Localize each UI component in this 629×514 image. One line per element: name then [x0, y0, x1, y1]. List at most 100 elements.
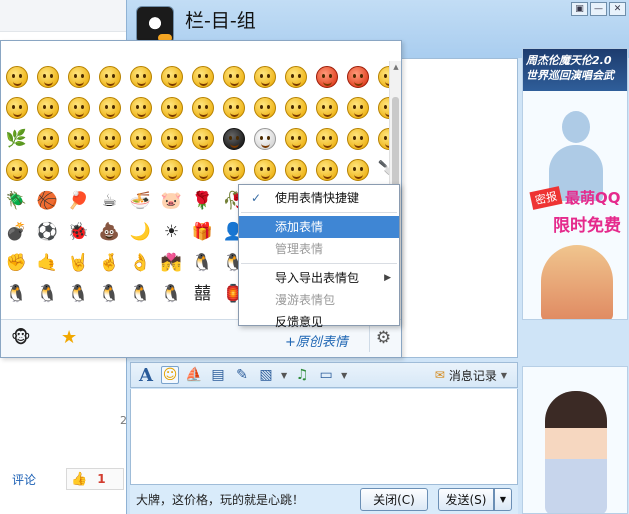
emoji-cell[interactable]: ☀ — [156, 216, 187, 247]
comment-link[interactable]: 评论 — [12, 471, 36, 488]
original-emoji-link[interactable]: +原创表情 — [285, 331, 348, 350]
emoji-cell[interactable]: 💩 — [94, 216, 125, 247]
emoji-cell[interactable] — [125, 61, 156, 92]
emoji-cell[interactable] — [311, 154, 342, 185]
emoji-cell[interactable] — [280, 123, 311, 154]
restore-button[interactable]: ▣ — [571, 2, 588, 16]
emoji-cell[interactable] — [280, 92, 311, 123]
emoji-cell[interactable] — [156, 123, 187, 154]
screenshot-icon[interactable]: ▤ — [209, 366, 227, 384]
emoji-cell[interactable] — [218, 92, 249, 123]
close-window-button[interactable]: ✕ — [609, 2, 626, 16]
emoji-cell[interactable] — [342, 92, 373, 123]
emoji-cell[interactable] — [249, 61, 280, 92]
emoji-cell[interactable] — [156, 92, 187, 123]
side-ad-bottom[interactable] — [522, 366, 628, 514]
emoji-cell[interactable]: 💏 — [156, 247, 187, 278]
emoji-cell[interactable] — [342, 154, 373, 185]
shake-icon[interactable]: ⛵ — [185, 366, 203, 384]
emoji-cell[interactable]: 🏀 — [32, 185, 63, 216]
emoji-cell[interactable] — [218, 154, 249, 185]
emoji-cell[interactable]: 🤙 — [32, 247, 63, 278]
emoji-cell[interactable] — [311, 92, 342, 123]
side-ad-top[interactable]: 周杰伦魔天伦2.0 世界巡回演唱会武 密报 最萌QQ 限时免费 — [522, 48, 628, 320]
ad-tip-text[interactable]: 大牌，这价格，玩的就是心跳！ — [136, 491, 304, 508]
message-input[interactable] — [130, 389, 518, 485]
emoji-cell[interactable] — [1, 154, 32, 185]
font-icon[interactable]: A — [137, 365, 155, 386]
screen-share-icon[interactable]: ▭ — [317, 366, 335, 384]
emoji-cell[interactable]: 🐧 — [156, 278, 187, 309]
emoji-cell[interactable] — [1, 92, 32, 123]
emoji-cell[interactable]: 🐷 — [156, 185, 187, 216]
emoji-icon[interactable]: ☺ — [161, 366, 179, 384]
emoji-cell[interactable] — [311, 61, 342, 92]
emoji-cell[interactable] — [32, 154, 63, 185]
menu-item-feedback[interactable]: 反馈意见 — [239, 311, 399, 333]
emoji-cell[interactable] — [94, 123, 125, 154]
emoji-cell[interactable] — [94, 154, 125, 185]
emoji-cell[interactable]: 🤞 — [94, 247, 125, 278]
message-log-button[interactable]: ✉ 消息记录 ▼ — [435, 367, 507, 384]
emoji-cell[interactable] — [32, 61, 63, 92]
emoji-cell[interactable] — [32, 123, 63, 154]
send-button[interactable]: 发送(S) — [438, 488, 494, 511]
emoji-cell[interactable]: 🍜 — [125, 185, 156, 216]
emoji-cell[interactable]: 🐧 — [94, 278, 125, 309]
emoji-cell[interactable]: ✊ — [1, 247, 32, 278]
emoji-cell[interactable] — [218, 61, 249, 92]
emoji-cell[interactable] — [63, 61, 94, 92]
emoji-cell[interactable]: 🏓 — [63, 185, 94, 216]
favorites-star-icon[interactable]: ★ — [61, 327, 77, 348]
emoji-cell[interactable]: ☕ — [94, 185, 125, 216]
menu-item-roaming-pack[interactable]: 漫游表情包 — [239, 289, 399, 311]
emoji-cell[interactable] — [280, 154, 311, 185]
emoji-cell[interactable]: 🐞 — [63, 216, 94, 247]
emoji-cell[interactable] — [63, 92, 94, 123]
emoji-cell[interactable] — [218, 123, 249, 154]
emoji-cell[interactable] — [63, 154, 94, 185]
emoji-cell[interactable] — [156, 154, 187, 185]
emoji-cell[interactable] — [249, 123, 280, 154]
emoji-cell[interactable]: 🐧 — [1, 278, 32, 309]
emoji-cell[interactable]: ⚽ — [32, 216, 63, 247]
music-icon[interactable]: ♫ — [293, 366, 311, 384]
emoji-cell[interactable] — [156, 61, 187, 92]
minimize-button[interactable]: — — [590, 2, 607, 16]
emoji-cell[interactable] — [187, 92, 218, 123]
menu-item-import-export[interactable]: 导入导出表情包 ▶ — [239, 267, 399, 289]
emoji-cell[interactable]: 🪲 — [1, 185, 32, 216]
emoji-cell[interactable] — [94, 61, 125, 92]
emoji-cell[interactable] — [342, 61, 373, 92]
send-options-dropdown[interactable]: ▼ — [494, 488, 512, 511]
emoji-cell[interactable] — [342, 123, 373, 154]
emoji-cell[interactable]: 囍 — [187, 278, 218, 309]
emoji-cell[interactable] — [125, 154, 156, 185]
emoji-cell[interactable]: 👌 — [125, 247, 156, 278]
emoji-cell[interactable] — [187, 123, 218, 154]
image-icon[interactable]: ▧ — [257, 366, 275, 384]
menu-item-manage-emoji[interactable]: 管理表情 — [239, 238, 399, 260]
emoji-cell[interactable] — [280, 61, 311, 92]
emoji-cell[interactable] — [249, 154, 280, 185]
emoji-cell[interactable] — [125, 92, 156, 123]
like-button[interactable]: 👍 1 — [66, 468, 124, 490]
emoji-cell[interactable]: 🐧 — [187, 247, 218, 278]
note-icon[interactable]: ✎ — [233, 366, 251, 384]
emoji-cell[interactable]: 🎁 — [187, 216, 218, 247]
emoji-cell[interactable]: 🐧 — [32, 278, 63, 309]
emoji-cell[interactable]: 🌙 — [125, 216, 156, 247]
emoji-cell[interactable] — [125, 123, 156, 154]
menu-item-use-shortcuts[interactable]: ✓ 使用表情快捷键 — [239, 187, 399, 209]
scroll-up-icon[interactable]: ▲ — [391, 63, 401, 73]
menu-item-add-emoji[interactable]: 添加表情 — [239, 216, 399, 238]
image-dropdown-caret[interactable]: ▼ — [281, 371, 287, 380]
emoji-cell[interactable] — [1, 61, 32, 92]
close-button[interactable]: 关闭(C) — [360, 488, 428, 511]
emoji-cell[interactable] — [311, 123, 342, 154]
emoji-cell[interactable]: 🤘 — [63, 247, 94, 278]
monkey-tab-icon[interactable]: 🐵 — [11, 328, 31, 348]
emoji-cell[interactable]: 🐧 — [63, 278, 94, 309]
contact-avatar[interactable] — [136, 6, 174, 44]
emoji-cell[interactable]: 🌹 — [187, 185, 218, 216]
